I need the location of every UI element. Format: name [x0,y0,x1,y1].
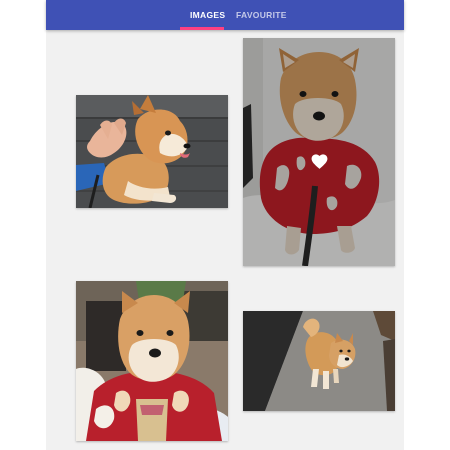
gallery-image-shiba-kimono[interactable] [76,281,228,441]
gallery-image-shiba-petted[interactable] [76,95,228,208]
app-bar: IMAGES FAVOURITE [46,0,404,30]
active-tab-indicator [180,27,224,30]
tab-favourite[interactable]: FAVOURITE [236,0,287,30]
app-container: IMAGES FAVOURITE [46,0,404,450]
heart-icon[interactable] [310,152,329,170]
gallery-image-shiba-pavement[interactable] [243,311,395,411]
tab-images[interactable]: IMAGES [190,0,225,30]
gallery-image-shiba-jacket[interactable] [243,38,395,266]
